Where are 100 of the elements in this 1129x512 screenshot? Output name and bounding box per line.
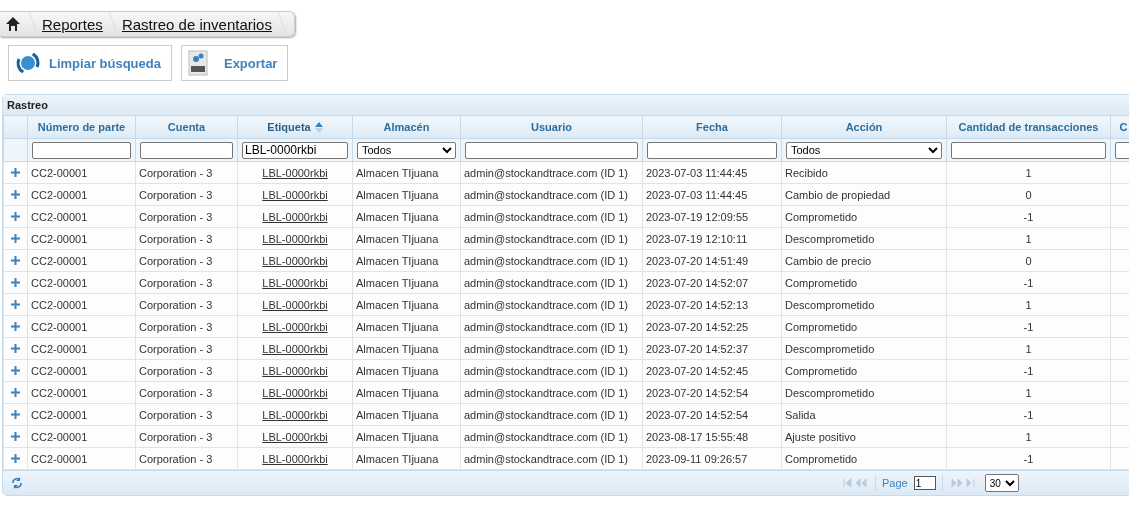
label-link[interactable]: LBL-0000rkbi xyxy=(262,188,328,201)
expand-icon[interactable] xyxy=(11,410,20,419)
filter-field[interactable] xyxy=(1115,141,1129,159)
table-cell: admin@stockandtrace.com (ID 1) xyxy=(460,359,643,382)
table-cell: admin@stockandtrace.com (ID 1) xyxy=(460,183,643,206)
table-cell: -1 xyxy=(946,403,1111,426)
filter-field[interactable] xyxy=(32,141,131,159)
table-cell: 1 xyxy=(946,425,1111,448)
label-link[interactable]: LBL-0000rkbi xyxy=(262,254,328,267)
table-cell: admin@stockandtrace.com (ID 1) xyxy=(460,161,643,184)
label-link[interactable]: LBL-0000rkbi xyxy=(262,320,328,333)
table-cell: 2023-07-19 12:09:55 xyxy=(642,205,782,228)
column-header[interactable]: Almacén xyxy=(352,115,461,139)
table-cell: 2023-07-20 14:52:45 xyxy=(642,359,782,382)
expand-icon[interactable] xyxy=(11,190,20,199)
page-label: Page xyxy=(882,477,908,489)
table-cell: Descomprometido xyxy=(781,293,947,316)
expand-icon[interactable] xyxy=(11,432,20,441)
expand-icon[interactable] xyxy=(11,454,20,463)
expand-icon[interactable] xyxy=(11,366,20,375)
label-link[interactable]: LBL-0000rkbi xyxy=(262,210,328,223)
page-size-select[interactable]: 30 xyxy=(984,474,1019,492)
table-cell: 1 xyxy=(946,293,1111,316)
filter-field[interactable] xyxy=(465,141,638,159)
table-cell: -1 xyxy=(946,315,1111,338)
sort-icon[interactable] xyxy=(314,122,323,134)
table-cell: 2023-08-17 15:55:48 xyxy=(642,425,782,448)
filter-field[interactable]: LBL-0000rkbi xyxy=(242,141,348,159)
expand-icon[interactable] xyxy=(11,300,20,309)
column-header[interactable]: Acción xyxy=(781,115,947,139)
table-cell: 2023-09-11 09:26:57 xyxy=(642,447,782,470)
table-cell: Descomprometido xyxy=(781,337,947,360)
label-link[interactable]: LBL-0000rkbi xyxy=(262,276,328,289)
table-cell: 2023-07-20 14:52:37 xyxy=(642,337,782,360)
table-cell: 1 xyxy=(946,227,1111,250)
filter-select[interactable]: Todos xyxy=(357,141,456,159)
label-link[interactable]: LBL-0000rkbi xyxy=(262,408,328,421)
label-link[interactable]: LBL-0000rkbi xyxy=(262,298,328,311)
label-link[interactable]: LBL-0000rkbi xyxy=(262,430,328,443)
label-link[interactable]: LBL-0000rkbi xyxy=(262,342,328,355)
toolbar-button[interactable]: Exportar xyxy=(180,45,289,81)
table-cell: admin@stockandtrace.com (ID 1) xyxy=(460,293,643,316)
column-header[interactable]: Cantidad de transacciones xyxy=(946,115,1111,139)
refresh-icon[interactable] xyxy=(11,477,23,489)
column-header[interactable]: Cuenta xyxy=(135,115,238,139)
column-header[interactable]: Etiqueta xyxy=(237,115,353,139)
expand-icon[interactable] xyxy=(11,256,20,265)
table-cell: -1 xyxy=(946,205,1111,228)
label-link[interactable]: LBL-0000rkbi xyxy=(262,452,328,465)
toolbar-button[interactable]: Limpiar búsqueda xyxy=(8,45,172,81)
expand-icon[interactable] xyxy=(11,212,20,221)
label-link[interactable]: LBL-0000rkbi xyxy=(262,166,328,179)
filter-field[interactable] xyxy=(951,141,1106,159)
column-header[interactable]: Usuario xyxy=(460,115,643,139)
label-link[interactable]: LBL-0000rkbi xyxy=(262,386,328,399)
expand-icon[interactable] xyxy=(11,234,20,243)
expand-icon[interactable] xyxy=(11,322,20,331)
filter-field[interactable] xyxy=(647,141,777,159)
breadcrumb-link[interactable]: Reportes xyxy=(42,15,103,33)
table-cell: Comprometido xyxy=(781,315,947,338)
table-cell: Recibido xyxy=(781,161,947,184)
table-cell: -1 xyxy=(946,271,1111,294)
table-cell: Cambio de precio xyxy=(781,249,947,272)
table-cell: admin@stockandtrace.com (ID 1) xyxy=(460,205,643,228)
breadcrumb-link[interactable]: Rastreo de inventarios xyxy=(121,15,272,33)
filter-select[interactable]: Todos xyxy=(786,141,942,159)
label-link[interactable]: LBL-0000rkbi xyxy=(262,364,328,377)
table-cell: -1 xyxy=(946,359,1111,382)
table-cell: admin@stockandtrace.com (ID 1) xyxy=(460,315,643,338)
expand-icon[interactable] xyxy=(11,388,20,397)
table-cell: 2023-07-20 14:52:54 xyxy=(642,381,782,404)
table-cell: Cambio de propiedad xyxy=(781,183,947,206)
page-field[interactable]: 1 xyxy=(913,476,936,490)
table-cell: Comprometido xyxy=(781,205,947,228)
table-cell: Ajuste positivo xyxy=(781,425,947,448)
table-cell: admin@stockandtrace.com (ID 1) xyxy=(460,337,643,360)
grid-caption: Rastreo xyxy=(3,95,1129,115)
expand-icon[interactable] xyxy=(11,344,20,353)
table-cell: 2023-07-20 14:52:13 xyxy=(642,293,782,316)
table-cell: 2023-07-03 11:44:45 xyxy=(642,161,782,184)
table-cell: admin@stockandtrace.com (ID 1) xyxy=(460,227,643,250)
table-cell: 0 xyxy=(946,249,1111,272)
filter-field[interactable] xyxy=(140,141,233,159)
table-cell: admin@stockandtrace.com (ID 1) xyxy=(460,381,643,404)
label-link[interactable]: LBL-0000rkbi xyxy=(262,232,328,245)
column-header[interactable]: Número de parte xyxy=(27,115,136,139)
table-cell: Comprometido xyxy=(781,447,947,470)
table-cell: admin@stockandtrace.com (ID 1) xyxy=(460,403,643,426)
column-header[interactable]: Fecha xyxy=(642,115,782,139)
csv-file-icon xyxy=(187,50,208,76)
table-cell: 1 xyxy=(946,337,1111,360)
table-cell: Descomprometido xyxy=(781,227,947,250)
table-cell: 2023-07-20 14:52:54 xyxy=(642,403,782,426)
table-cell: 1 xyxy=(946,161,1111,184)
expand-icon[interactable] xyxy=(11,168,20,177)
table-cell: Comprometido xyxy=(781,271,947,294)
table-cell: Descomprometido xyxy=(781,381,947,404)
table-cell: Salida xyxy=(781,403,947,426)
table-cell: 1 xyxy=(946,381,1111,404)
expand-icon[interactable] xyxy=(11,278,20,287)
